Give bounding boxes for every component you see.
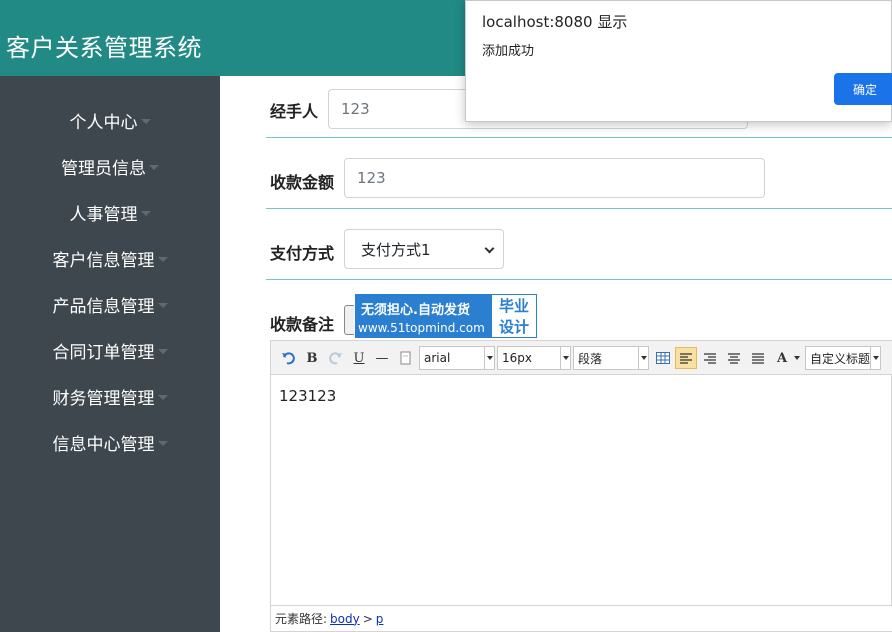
sidebar-item-finance[interactable]: 财务管理管理	[0, 380, 220, 412]
sidebar-item-admin-info[interactable]: 管理员信息	[0, 150, 220, 182]
editor-content[interactable]: 123123	[279, 387, 336, 405]
handler-label: 经手人	[270, 102, 319, 121]
sidebar: 个人中心 管理员信息 人事管理 客户信息管理 产品信息管理 合同订单管理 财务管…	[0, 76, 220, 632]
bold-button[interactable]: B	[301, 347, 323, 369]
amount-input[interactable]: 123	[344, 158, 765, 198]
font-family-value: arial	[424, 351, 451, 365]
element-path-bar: 元素路径: body > p	[271, 605, 892, 631]
undo-icon[interactable]	[277, 347, 299, 369]
align-center-icon[interactable]	[723, 347, 745, 369]
sidebar-item-info-center[interactable]: 信息中心管理	[0, 426, 220, 458]
watermark-side1: 毕业	[498, 297, 529, 315]
caret-down-icon	[140, 119, 151, 124]
dialog-message: 添加成功	[482, 44, 535, 59]
caret-down-icon	[149, 165, 159, 170]
sidebar-item-label: 财务管理管理	[52, 388, 155, 409]
redo-icon[interactable]	[325, 347, 347, 369]
custom-title-value: 自定义标题	[810, 351, 871, 366]
table-icon[interactable]	[652, 347, 674, 369]
caret-down-icon	[157, 303, 168, 308]
underline-button[interactable]: U	[348, 347, 370, 369]
chevron-down-icon	[484, 243, 495, 254]
paragraph-value: 段落	[578, 351, 603, 366]
caret-down-icon	[157, 441, 168, 446]
sidebar-item-product[interactable]: 产品信息管理	[0, 288, 220, 320]
sidebar-item-personal-center[interactable]: 个人中心	[0, 104, 220, 136]
align-justify-icon[interactable]	[747, 347, 769, 369]
editor-toolbar: B U — arial 16px 段落 A 自定义标题	[271, 341, 892, 375]
dropdown-arrow-icon	[484, 347, 494, 369]
sidebar-item-hr[interactable]: 人事管理	[0, 196, 220, 228]
amount-label: 收款金额	[270, 173, 335, 192]
sidebar-item-label: 合同订单管理	[52, 342, 155, 363]
caret-down-icon	[157, 395, 168, 400]
rich-text-editor: B U — arial 16px 段落 A 自定义标题 123123 元素路径:…	[270, 340, 892, 632]
align-left-icon[interactable]	[675, 347, 697, 369]
dropdown-arrow-icon	[638, 347, 648, 369]
form-row-amount: 收款金额 123	[266, 138, 892, 209]
custom-title-select[interactable]: 自定义标题	[805, 346, 881, 370]
dialog-title: localhost:8080 显示	[482, 13, 628, 31]
alert-dialog: localhost:8080 显示 添加成功 确定	[465, 0, 892, 122]
payment-label: 支付方式	[270, 244, 335, 263]
sidebar-item-contract[interactable]: 合同订单管理	[0, 334, 220, 366]
horizontal-rule-button[interactable]: —	[371, 347, 393, 369]
sidebar-item-label: 客户信息管理	[52, 250, 155, 271]
payment-select[interactable]: 支付方式1	[344, 229, 504, 269]
watermark-side: 毕业 设计	[491, 294, 537, 338]
font-size-value: 16px	[502, 351, 532, 365]
watermark-banner: 无须担心.自动发货 www.51topmind.com 毕业 设计	[354, 293, 538, 339]
sidebar-item-label: 信息中心管理	[52, 434, 155, 455]
caret-down-icon	[157, 349, 168, 354]
watermark-side2: 设计	[498, 318, 529, 336]
watermark-line2: www.51topmind.com	[358, 321, 485, 335]
font-color-button[interactable]: A	[771, 347, 793, 369]
form-row-payment: 支付方式 支付方式1	[266, 209, 892, 280]
dropdown-arrow-icon	[560, 347, 570, 369]
path-separator: >	[362, 611, 373, 626]
paste-text-icon[interactable]	[395, 347, 417, 369]
sidebar-item-label: 管理员信息	[61, 158, 146, 179]
sidebar-item-customer[interactable]: 客户信息管理	[0, 242, 220, 274]
caret-down-icon	[157, 257, 168, 262]
font-color-dropdown-icon[interactable]	[794, 356, 800, 360]
dropdown-arrow-icon	[870, 347, 880, 369]
align-right-icon[interactable]	[699, 347, 721, 369]
watermark-line1: 无须担心.自动发货	[361, 303, 470, 318]
sidebar-item-label: 人事管理	[69, 204, 138, 225]
font-size-select[interactable]: 16px	[497, 346, 571, 370]
path-link-body[interactable]: body	[330, 612, 360, 626]
remark-label: 收款备注	[270, 315, 335, 334]
element-path-label: 元素路径:	[275, 612, 328, 626]
caret-down-icon	[140, 211, 151, 216]
sidebar-item-label: 个人中心	[69, 112, 138, 133]
payment-select-value: 支付方式1	[361, 240, 431, 259]
font-family-select[interactable]: arial	[419, 346, 495, 370]
app-title: 客户关系管理系统	[6, 34, 202, 62]
path-link-p[interactable]: p	[376, 612, 384, 626]
sidebar-item-label: 产品信息管理	[52, 296, 155, 317]
dialog-ok-button[interactable]: 确定	[834, 73, 892, 105]
paragraph-select[interactable]: 段落	[573, 346, 649, 370]
